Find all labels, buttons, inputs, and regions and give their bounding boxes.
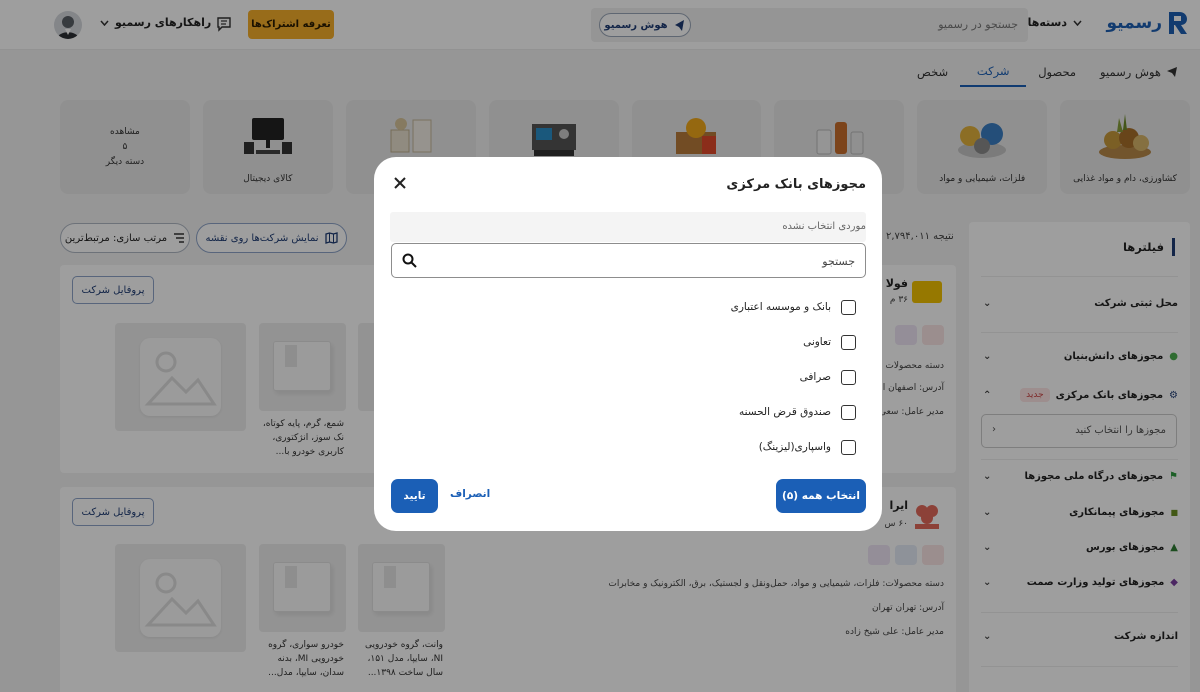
modal-title: مجوزهای بانک مرکزی xyxy=(726,177,866,192)
license-option[interactable]: واسپاری(لیزینگ) xyxy=(759,439,856,455)
cancel-button[interactable]: انصراف xyxy=(450,488,490,500)
checkbox-icon[interactable] xyxy=(841,299,856,315)
option-label: بانک و موسسه اعتباری xyxy=(730,301,831,313)
option-label: واسپاری(لیزینگ) xyxy=(758,441,831,453)
checkbox-icon[interactable] xyxy=(841,334,856,350)
select-all-button[interactable]: انتخاب همه (۵) xyxy=(776,479,866,513)
option-label: تعاونی xyxy=(803,336,831,348)
modal-search-input[interactable] xyxy=(426,251,855,271)
license-option[interactable]: صرافی xyxy=(800,369,856,385)
selected-items-text: موردی انتخاب نشده xyxy=(782,221,866,232)
close-icon[interactable] xyxy=(392,175,408,191)
checkbox-icon[interactable] xyxy=(841,439,856,455)
search-icon xyxy=(402,253,417,268)
central-bank-licenses-modal: مجوزهای بانک مرکزی موردی انتخاب نشده بان… xyxy=(374,157,882,531)
license-option[interactable]: صندوق قرض الحسنه xyxy=(739,404,856,420)
checkbox-icon[interactable] xyxy=(841,369,856,385)
license-option[interactable]: تعاونی xyxy=(803,334,856,350)
option-label: صرافی xyxy=(799,371,831,383)
license-option[interactable]: بانک و موسسه اعتباری xyxy=(731,299,856,315)
checkbox-icon[interactable] xyxy=(841,404,856,420)
modal-search-field[interactable] xyxy=(391,243,866,278)
option-label: صندوق قرض الحسنه xyxy=(738,406,831,418)
confirm-button[interactable]: تایید xyxy=(391,479,438,513)
selected-items-bar: موردی انتخاب نشده xyxy=(390,212,866,242)
